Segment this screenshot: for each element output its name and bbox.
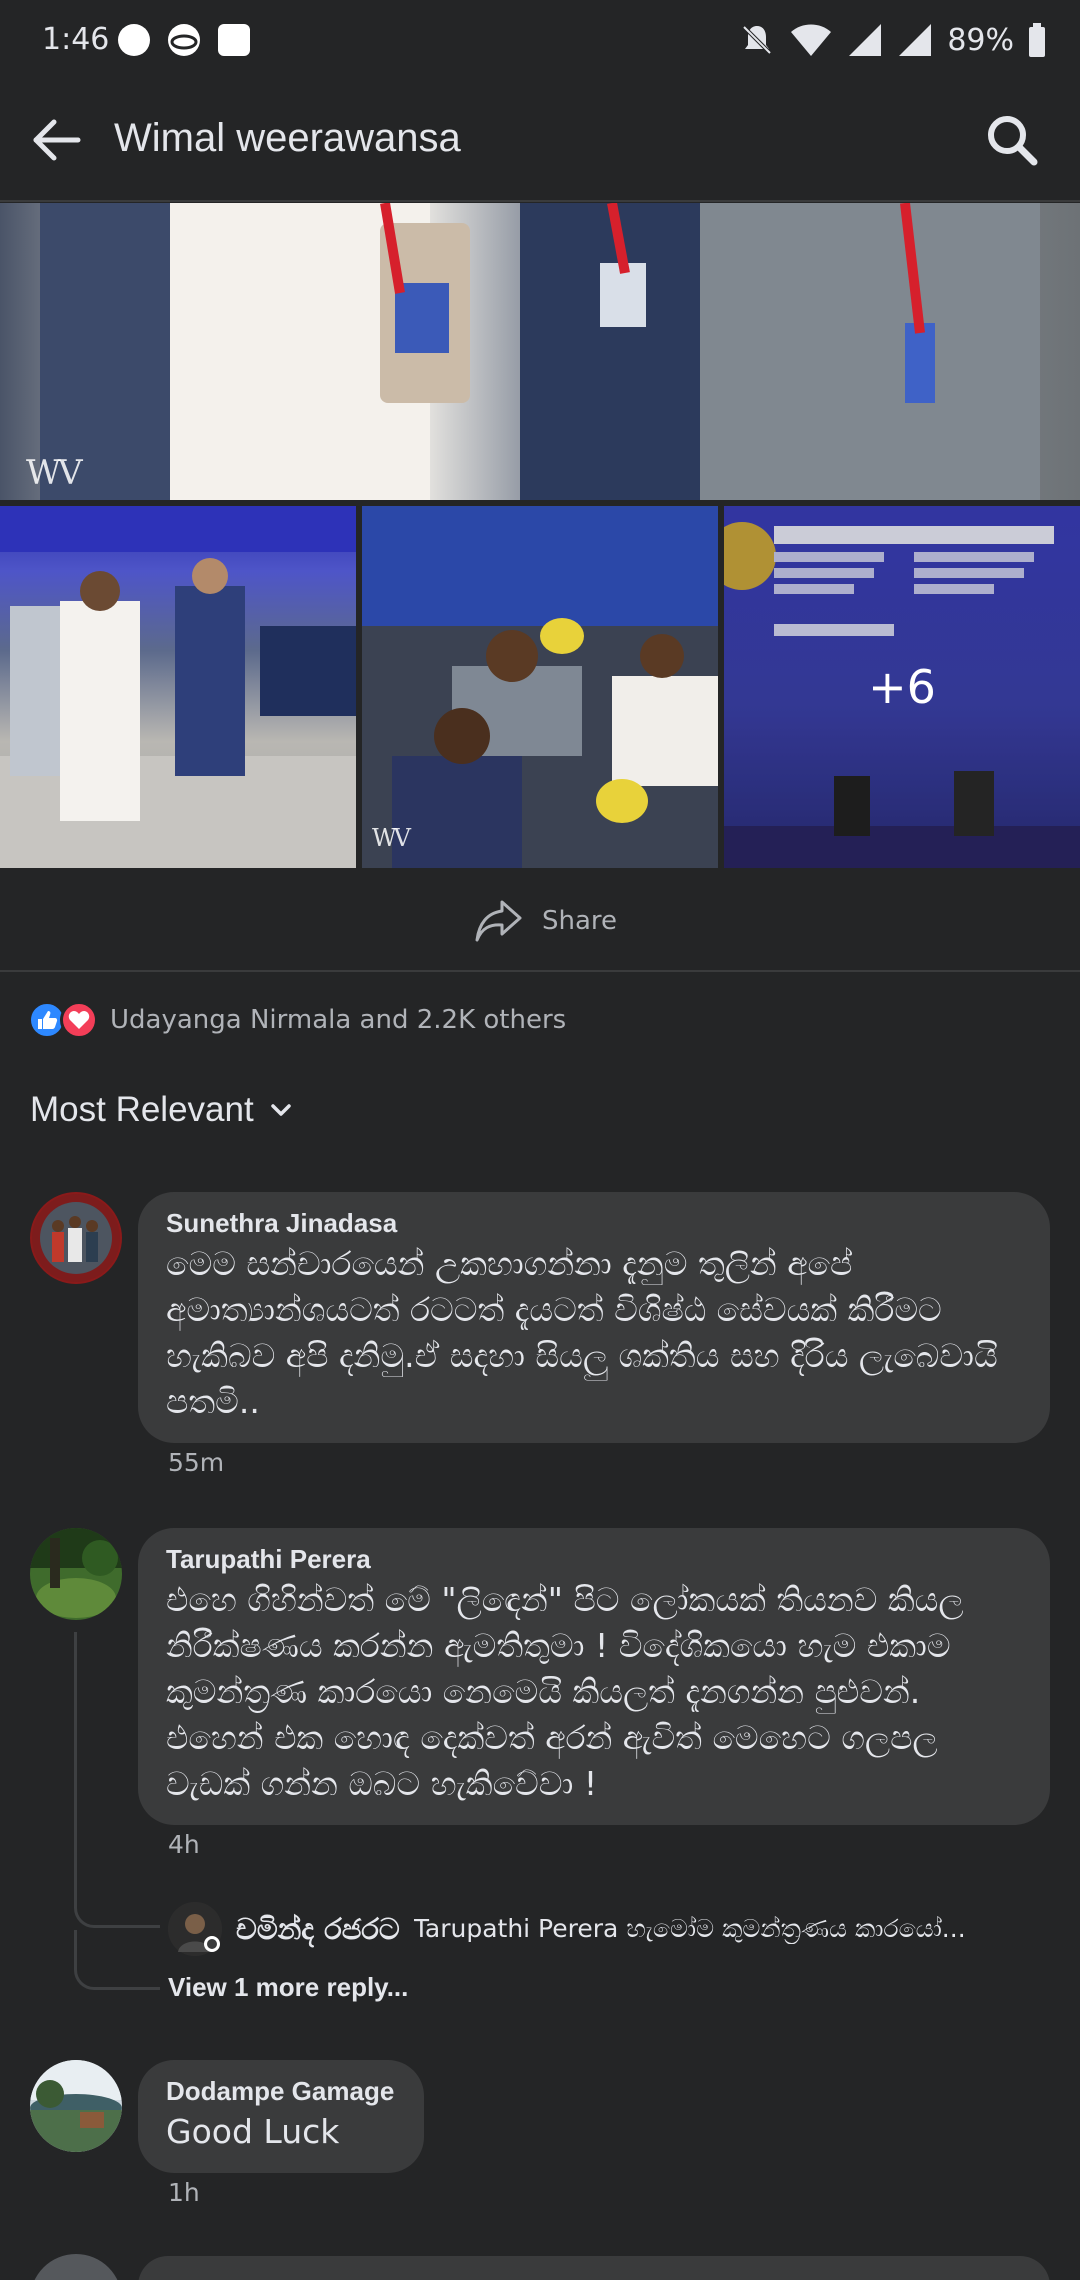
comment-author[interactable]: Dodampe Gamage	[166, 2076, 398, 2107]
comment-text: මෙම සන්චාරයෙන් උකහාගන්නා දැනුම තුලින් අප…	[166, 1244, 998, 1421]
photo-watermark: WV	[26, 453, 82, 493]
chat-bubble-icon	[118, 24, 150, 56]
photo-thumb-more[interactable]: +6	[724, 506, 1080, 868]
photo-main[interactable]: WV	[0, 203, 1080, 500]
reactions-text: Udayanga Nirmala and 2.2K others	[110, 1005, 567, 1035]
status-time: 1:46	[42, 22, 110, 57]
sort-label: Most Relevant	[30, 1090, 254, 1129]
view-more-replies-link[interactable]: View 1 more reply...	[168, 1972, 408, 2003]
square-app-icon	[218, 24, 250, 56]
avatar[interactable]	[168, 1902, 222, 1956]
photo-watermark: WV	[372, 824, 411, 852]
comment-bubble[interactable]	[138, 2256, 1050, 2280]
reply-preview[interactable]: චමින්ද රජරට Tarupathi Perera හැමෝම කුමන්…	[168, 1900, 1048, 1958]
love-reaction-icon	[60, 1001, 98, 1039]
photo-thumb-1[interactable]	[0, 506, 356, 868]
search-icon	[988, 116, 1038, 166]
more-photos-count: +6	[724, 506, 1080, 868]
share-arrow-icon	[475, 900, 522, 942]
comment-author[interactable]: Sunethra Jinadasa	[166, 1208, 1024, 1239]
wifi-icon	[791, 24, 832, 56]
comment-bubble[interactable]: Dodampe Gamage Good Luck	[138, 2060, 424, 2173]
battery-percent: 89%	[947, 22, 1014, 58]
thread-elbow	[74, 1930, 160, 1990]
back-button[interactable]	[26, 110, 86, 170]
reactions-summary[interactable]: Udayanga Nirmala and 2.2K others	[28, 998, 566, 1042]
status-icons: 89%	[739, 20, 1046, 60]
app-bar: Wimal weerawansa	[0, 80, 1080, 202]
chevron-down-icon	[270, 1104, 291, 1116]
comment-time[interactable]: 1h	[168, 2178, 200, 2207]
share-label: Share	[542, 906, 618, 936]
signal-icon	[849, 24, 882, 56]
battery-icon	[1029, 23, 1045, 57]
reply-author[interactable]: චමින්ද රජරට	[236, 1912, 400, 1947]
avatar[interactable]	[30, 2060, 122, 2152]
post-actions: Share	[0, 868, 1080, 972]
photo-grid: WV WV +6	[0, 203, 1080, 868]
search-button[interactable]	[982, 110, 1042, 170]
vpn-globe-icon	[168, 24, 200, 56]
comment-bubble[interactable]: Sunethra Jinadasa මෙම සන්චාරයෙන් උකහාගන්…	[138, 1192, 1050, 1443]
reply-text: Tarupathi Perera හැමෝම කුමන්ත්‍රණය කාරයෝ…	[413, 1914, 966, 1943]
comment-text: Good Luck	[166, 2112, 340, 2151]
comment-author[interactable]: Tarupathi Perera	[166, 1544, 1024, 1575]
avatar[interactable]	[30, 1192, 122, 1284]
arrow-left-icon	[33, 119, 81, 161]
comment-time[interactable]: 55m	[168, 1448, 224, 1477]
photo-thumb-2[interactable]: WV	[362, 506, 718, 868]
avatar[interactable]	[30, 1528, 122, 1620]
notifications-muted-icon	[742, 25, 772, 55]
page-title: Wimal weerawansa	[114, 116, 461, 160]
comment-time[interactable]: 4h	[168, 1830, 200, 1859]
comments-sort-dropdown[interactable]: Most Relevant	[30, 1088, 294, 1132]
status-bar: 1:46 89%	[0, 0, 1080, 80]
share-button[interactable]: Share	[474, 896, 617, 946]
comment-text: එහෙ ගිහින්වත් මේ "ලිඳෙන්" පිට ලෝකයක් තිය…	[166, 1580, 964, 1803]
avatar[interactable]	[30, 2254, 122, 2280]
thread-elbow	[74, 1872, 160, 1928]
signal-icon	[899, 24, 932, 56]
thread-line	[74, 1632, 77, 1872]
comment-bubble[interactable]: Tarupathi Perera එහෙ ගිහින්වත් මේ "ලිඳෙන…	[138, 1528, 1050, 1825]
